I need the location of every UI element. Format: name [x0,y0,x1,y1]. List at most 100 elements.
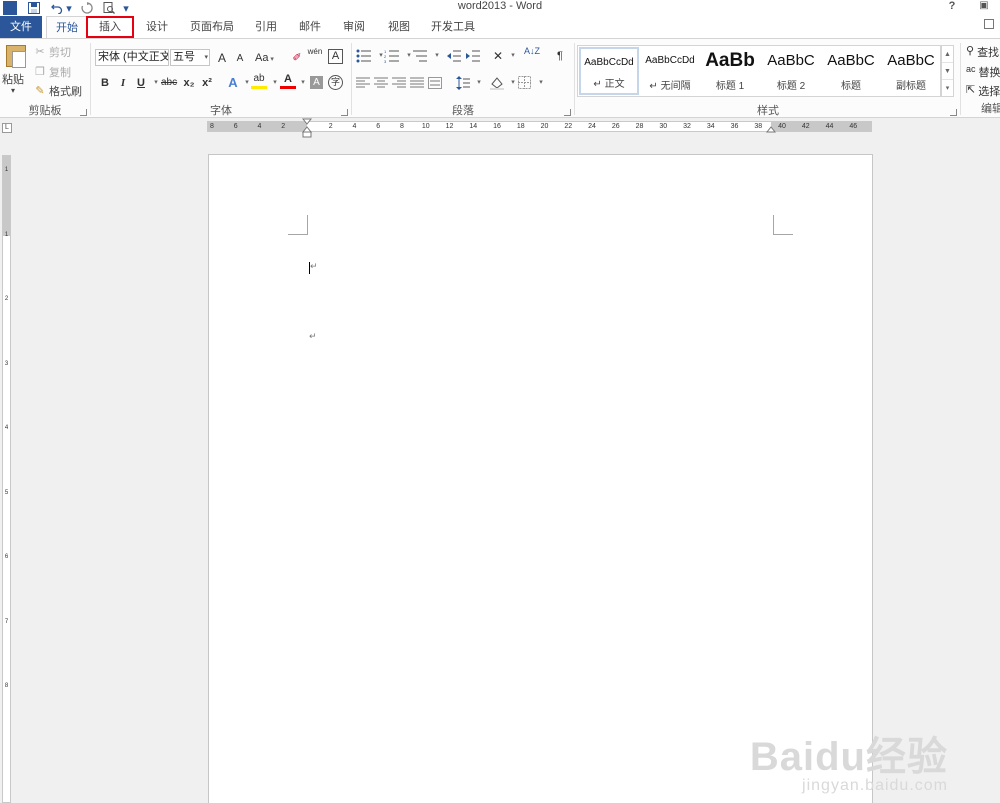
multilevel-dropdown-icon[interactable]: ▾ [429,47,445,65]
phonetic-guide-button[interactable]: wén [307,47,323,65]
tab-page-layout[interactable]: 页面布局 [183,16,241,38]
superscript-button[interactable]: x² [199,74,215,92]
print-preview-icon[interactable] [101,1,117,15]
italic-button[interactable]: I [115,74,131,92]
tab-mailings[interactable]: 邮件 [292,16,328,38]
paragraph-mark: ↵ [310,261,318,271]
font-size-dropdown-icon[interactable]: ▾ [204,50,208,65]
clipboard-group-label: 剪贴板 [28,105,62,117]
strikethrough-button[interactable]: abc [161,74,177,92]
ruler-number: 6 [376,123,381,130]
tab-review[interactable]: 审阅 [336,16,372,38]
ruler-number: 40 [778,123,786,130]
tab-references[interactable]: 引用 [248,16,284,38]
character-border-button[interactable]: A [328,49,343,64]
chinese-layout-dropdown-icon[interactable]: ▾ [505,47,521,65]
paste-button[interactable]: 粘贴 [2,71,24,87]
shrink-font-button[interactable]: A [232,50,248,68]
copy-icon: ❐ [35,66,45,78]
vertical-ruler[interactable]: 1 1 2 3 4 5 6 7 8 [2,155,11,803]
sort-button[interactable]: A↓Z [524,47,540,65]
decrease-indent-icon[interactable] [446,49,462,63]
highlight-button[interactable]: ab [251,72,267,89]
ribbon-display-options-icon[interactable]: ▣ [968,0,1000,16]
grow-font-button[interactable]: A [214,49,230,67]
change-case-label: Aa [255,52,269,64]
change-case-button[interactable]: Aa ▾ [255,49,274,67]
chinese-layout-icon[interactable]: ✕ [490,47,506,65]
line-spacing-dropdown-icon[interactable]: ▾ [471,74,487,92]
customize-qat-icon[interactable]: ▾ [121,1,131,15]
ruler-number: 24 [588,123,596,130]
underline-button[interactable]: U [133,74,149,92]
crop-mark-top-left [288,215,308,235]
right-indent-marker-icon[interactable] [766,126,776,134]
restore-window-icon[interactable] [984,19,994,29]
font-color-dropdown-icon[interactable]: ▾ [295,74,311,92]
clipboard-group: 粘贴 ▾ ✂ 剪切 ❐ 复制 ✎ 格式刷 剪贴板 [0,39,90,119]
justify-icon[interactable] [410,77,424,89]
save-icon[interactable] [25,1,43,15]
paragraph-launcher-icon[interactable] [564,109,571,116]
cut-button[interactable]: ✂ 剪切 [34,44,71,60]
numbering-icon[interactable]: 123 [384,49,400,63]
select-button[interactable]: ⇱ 选择 [966,83,1000,99]
character-shading-button[interactable]: A [310,76,323,89]
tab-home[interactable]: 开始 [46,16,88,39]
increase-indent-icon[interactable] [465,49,481,63]
tab-selector[interactable]: L [2,123,12,133]
indent-markers-icon[interactable] [302,118,313,138]
document-page[interactable]: ↵ ↵ [208,154,873,803]
redo-icon[interactable] [79,1,95,15]
subscript-button[interactable]: x₂ [181,74,197,92]
find-button[interactable]: ⚲ 查找 [966,44,999,60]
tab-design[interactable]: 设计 [138,16,176,38]
clear-format-icon[interactable]: ✐ [289,49,305,67]
shading-icon[interactable] [490,76,504,90]
align-center-icon[interactable] [374,77,388,89]
svg-text:3: 3 [384,59,387,63]
borders-icon[interactable] [518,76,531,89]
ruler-number: 10 [421,123,430,130]
align-right-icon[interactable] [392,77,406,89]
copy-button[interactable]: ❐ 复制 [34,64,71,80]
align-left-icon[interactable] [356,77,370,89]
styles-launcher-icon[interactable] [950,109,957,116]
format-painter-icon: ✎ [35,85,45,97]
font-color-button[interactable]: A [280,72,296,89]
font-name-dropdown-icon[interactable]: ▾ [163,50,167,65]
paste-dropdown-icon[interactable]: ▾ [11,86,15,95]
paste-icon[interactable] [6,45,26,68]
undo-dropdown-icon[interactable]: ▾ [65,1,73,15]
borders-dropdown-icon[interactable]: ▾ [533,74,549,92]
tab-file[interactable]: 文件 [0,16,42,38]
format-painter-button[interactable]: ✎ 格式刷 [34,83,82,99]
tab-insert[interactable]: 插入 [86,16,134,38]
help-button[interactable]: ? [936,0,968,16]
clipboard-launcher-icon[interactable] [80,109,87,116]
ruler-number: 32 [683,123,691,130]
paragraph-mark: ↵ [309,331,317,341]
tab-view[interactable]: 视图 [381,16,417,38]
quick-access-toolbar: W ▾ ▾ [0,0,131,16]
bullets-icon[interactable] [356,49,372,63]
replace-button[interactable]: ac 替换 [966,64,1000,80]
ruler-number: 4 [4,425,9,431]
tab-developer[interactable]: 开发工具 [424,16,482,38]
font-size-value: 五号 [173,51,195,63]
enclose-characters-button[interactable]: 字 [328,75,343,90]
bold-button[interactable]: B [97,74,113,92]
ruler-number: 8 [400,123,404,130]
ruler-number: 8 [210,123,214,130]
cursor-arrow-icon: ⇱ [966,84,976,96]
distributed-icon[interactable] [428,77,442,89]
font-name-combo[interactable]: 宋体 (中文正文 ▾ [95,49,169,66]
show-marks-icon[interactable]: ¶ [552,47,568,65]
font-launcher-icon[interactable] [341,109,348,116]
line-spacing-icon[interactable] [456,76,470,90]
undo-icon[interactable] [49,1,65,15]
font-size-combo[interactable]: 五号 ▾ [170,49,210,66]
ruler-number: 6 [4,554,9,560]
paragraph-group: ▾ 123 ▾ ▾ ✕ ▾ A↓Z ¶ ▾ ▾ ▾ 段落 [352,39,574,119]
multilevel-list-icon[interactable] [412,49,428,63]
